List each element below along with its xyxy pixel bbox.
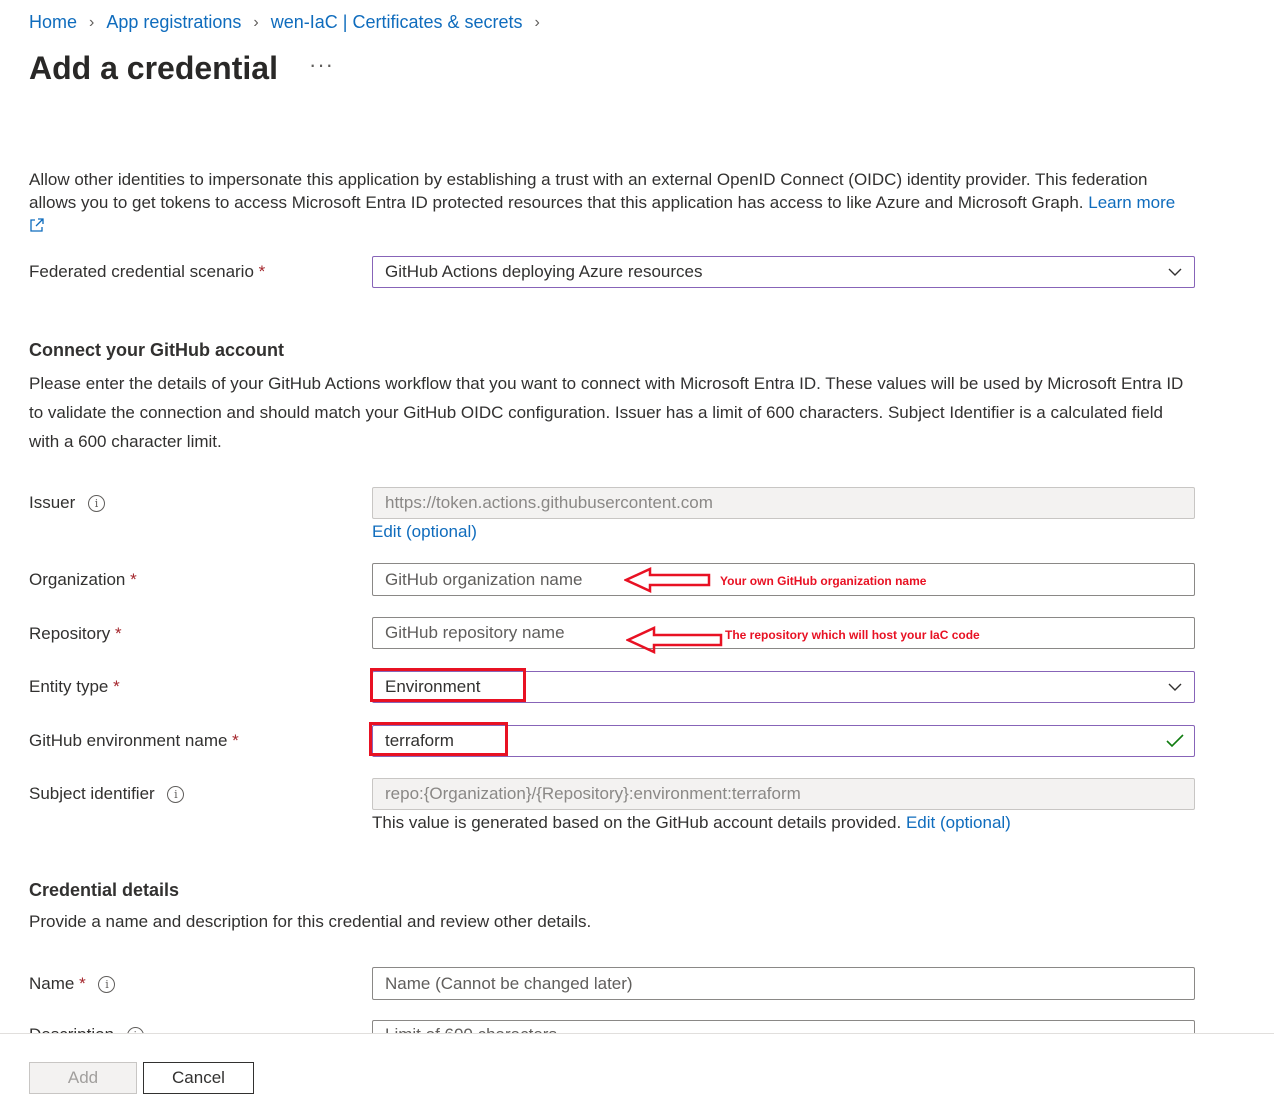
organization-placeholder: GitHub organization name [385, 570, 583, 589]
annotation-arrow-icon [624, 567, 711, 593]
description-placeholder: Limit of 600 characters [385, 1025, 557, 1033]
organization-label: Organization * [29, 570, 137, 590]
info-icon[interactable]: i [98, 976, 116, 994]
required-asterisk: * [79, 974, 86, 993]
chevron-down-icon [1168, 683, 1182, 691]
environment-name-label-text: GitHub environment name [29, 731, 228, 750]
required-asterisk: * [130, 570, 137, 589]
page-title: Add a credential [29, 50, 278, 86]
repository-label: Repository * [29, 624, 122, 644]
highlight-box [370, 668, 526, 702]
subject-edit-link[interactable]: Edit (optional) [906, 813, 1011, 832]
connect-section-description: Please enter the details of your GitHub … [29, 374, 1184, 451]
issuer-field: https://token.actions.githubusercontent.… [372, 487, 1195, 519]
intro-text: Allow other identities to impersonate th… [29, 168, 1189, 237]
organization-annotation: Your own GitHub organization name [720, 574, 927, 588]
info-icon[interactable]: i [167, 786, 185, 804]
scenario-value: GitHub Actions deploying Azure resources [385, 262, 703, 281]
breadcrumb-certificates-link[interactable]: wen-IaC | Certificates & secrets [271, 12, 523, 33]
name-input[interactable]: Name (Cannot be changed later) [372, 967, 1195, 1000]
breadcrumb-app-registrations-link[interactable]: App registrations [106, 12, 241, 33]
footer-divider [0, 1033, 1274, 1034]
description-label: Description i [29, 1025, 144, 1033]
repository-annotation: The repository which will host your IaC … [725, 628, 980, 642]
connect-section-title: Connect your GitHub account [29, 340, 285, 360]
add-button[interactable]: Add [29, 1062, 137, 1094]
issuer-label-text: Issuer [29, 493, 76, 512]
chevron-right-icon: › [534, 13, 540, 31]
credential-section-title: Credential details [29, 880, 180, 900]
cancel-button[interactable]: Cancel [143, 1062, 254, 1094]
description-input[interactable]: Limit of 600 characters [372, 1020, 1195, 1033]
subject-note: This value is generated based on the Git… [372, 813, 1011, 833]
subject-label-text: Subject identifier [29, 784, 155, 803]
chevron-right-icon: › [253, 13, 259, 31]
issuer-edit-link[interactable]: Edit (optional) [372, 522, 477, 542]
annotation-arrow-icon [626, 626, 723, 654]
required-asterisk: * [232, 731, 239, 750]
issuer-label: Issuer i [29, 493, 106, 513]
organization-label-text: Organization [29, 570, 126, 589]
subject-note-text: This value is generated based on the Git… [372, 813, 902, 832]
chevron-right-icon: › [89, 13, 95, 31]
intro-description: Allow other identities to impersonate th… [29, 170, 1148, 212]
repository-placeholder: GitHub repository name [385, 623, 565, 642]
entity-type-label-text: Entity type [29, 677, 109, 696]
breadcrumb-home-link[interactable]: Home [29, 12, 77, 33]
environment-name-label: GitHub environment name * [29, 731, 239, 751]
subject-label: Subject identifier i [29, 784, 185, 804]
scenario-label: Federated credential scenario * [29, 262, 265, 282]
repository-label-text: Repository [29, 624, 111, 643]
name-label: Name * i [29, 974, 116, 994]
learn-more-label: Learn more [1088, 193, 1176, 212]
highlight-box [369, 722, 508, 756]
more-options-icon[interactable]: ··· [309, 52, 334, 78]
chevron-down-icon [1168, 268, 1182, 276]
required-asterisk: * [113, 677, 120, 696]
external-link-icon [30, 218, 44, 232]
entity-type-label: Entity type * [29, 677, 120, 697]
credential-section-description: Provide a name and description for this … [29, 912, 592, 931]
required-asterisk: * [258, 262, 266, 281]
description-row-clip: Description i Limit of 600 characters [0, 1010, 1274, 1033]
checkmark-icon [1166, 734, 1184, 748]
name-label-text: Name [29, 974, 75, 993]
info-icon[interactable]: i [88, 495, 106, 513]
required-asterisk: * [115, 624, 122, 643]
breadcrumb: Home › App registrations › wen-IaC | Cer… [29, 12, 552, 33]
scenario-label-text: Federated credential scenario [29, 262, 254, 281]
subject-identifier-field: repo:{Organization}/{Repository}:environ… [372, 778, 1195, 810]
description-label-text: Description [29, 1025, 114, 1033]
name-placeholder: Name (Cannot be changed later) [385, 974, 633, 993]
scenario-dropdown[interactable]: GitHub Actions deploying Azure resources [372, 256, 1195, 288]
